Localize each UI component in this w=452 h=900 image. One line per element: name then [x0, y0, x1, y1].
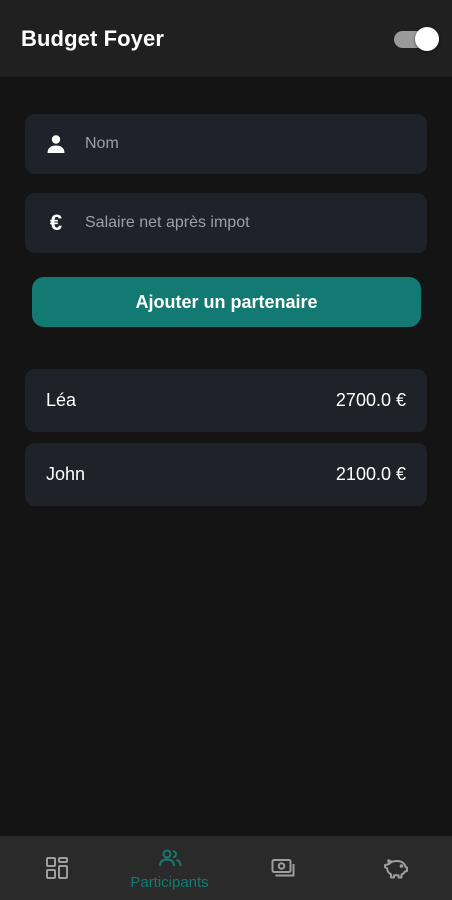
theme-toggle[interactable]	[394, 26, 440, 52]
name-input[interactable]	[85, 114, 427, 174]
partner-name: Léa	[46, 390, 77, 410]
money-icon	[271, 859, 294, 877]
partner-name: John	[46, 464, 86, 484]
piggy-bank-icon	[383, 859, 408, 879]
app-screen: Budget Foyer € Ajouter un partenaire Léa…	[0, 0, 452, 900]
nav-item-money[interactable]	[226, 836, 339, 900]
salary-field: €	[25, 193, 427, 253]
participants-icon	[158, 849, 181, 866]
nav-item-participants[interactable]: Participants	[113, 836, 226, 900]
partner-salary: 2100.0 €	[335, 464, 406, 484]
nav-item-savings[interactable]	[339, 836, 452, 900]
add-partner-button[interactable]: Ajouter un partenaire	[32, 277, 421, 327]
toggle-thumb	[415, 26, 439, 51]
name-field	[25, 114, 427, 174]
bottom-navigation: Participants	[0, 836, 452, 900]
dashboard-icon	[45, 857, 68, 879]
partner-row[interactable]: Léa 2700.0 €	[25, 369, 427, 432]
nav-label-participants: Participants	[130, 873, 209, 891]
salary-input[interactable]	[85, 193, 427, 253]
nav-item-dashboard[interactable]	[0, 836, 113, 900]
partner-salary: 2700.0 €	[335, 390, 406, 410]
partner-row[interactable]: John 2100.0 €	[25, 443, 427, 506]
app-title: Budget Foyer	[21, 25, 164, 51]
euro-icon: €	[49, 210, 63, 235]
app-bar: Budget Foyer	[0, 0, 452, 77]
person-icon	[25, 114, 85, 174]
